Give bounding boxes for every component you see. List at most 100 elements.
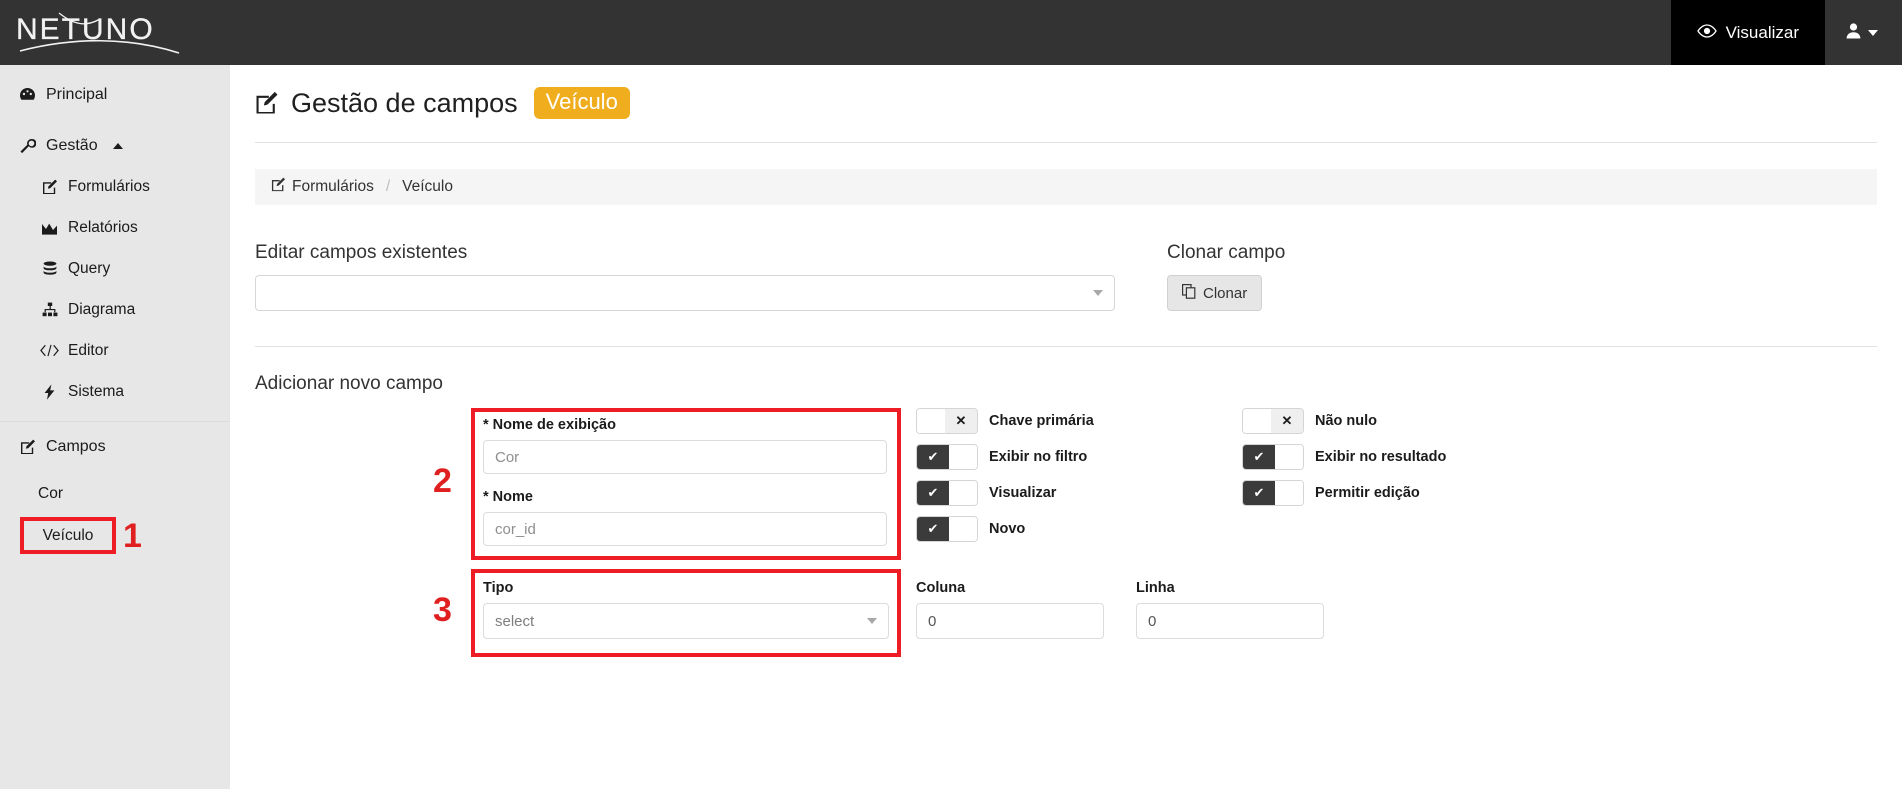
page-title: Gestão de campos Veículo xyxy=(230,65,1902,119)
display-name-value: Cor xyxy=(495,448,520,466)
sidebar-item-cor[interactable]: Cor xyxy=(0,475,230,513)
title-divider xyxy=(255,142,1877,143)
clone-field-label: Clonar campo xyxy=(1167,242,1286,263)
linha-value: 0 xyxy=(1148,612,1157,630)
visualizar-button[interactable]: Visualizar xyxy=(1670,0,1825,65)
toggle-row-chave-primaria: ✕ Chave primária xyxy=(916,408,1094,434)
sidebar-item-sistema[interactable]: Sistema xyxy=(0,371,230,412)
chart-area-icon xyxy=(40,220,59,236)
sidebar-item-query[interactable]: Query xyxy=(0,248,230,289)
toggle-permitir-edicao[interactable]: ✔ xyxy=(1242,480,1304,506)
sidebar-item-editor[interactable]: Editor xyxy=(0,330,230,371)
dashboard-icon xyxy=(18,87,37,103)
chevron-up-icon xyxy=(112,142,123,149)
sidebar-item-principal[interactable]: Principal xyxy=(0,74,230,115)
page-title-text: Gestão de campos xyxy=(291,87,518,118)
toggle-chave-primaria[interactable]: ✕ xyxy=(916,408,978,434)
name-fields-group: * Nome de exibição Cor * Nome cor_id xyxy=(483,417,888,546)
name-label: * Nome xyxy=(483,489,533,505)
sidebar: Principal Gestão Formulários Relatórios xyxy=(0,65,230,789)
bolt-icon xyxy=(40,383,59,400)
add-new-field-form: 2 3 * Nome de exibição Cor * Nome cor_id… xyxy=(230,408,1902,688)
chevron-down-icon xyxy=(867,618,877,624)
check-icon: ✔ xyxy=(1243,481,1275,505)
sidebar-divider xyxy=(0,421,230,422)
toggle-exibir-no-filtro[interactable]: ✔ xyxy=(916,444,978,470)
chevron-down-icon xyxy=(1093,290,1103,296)
toggle-row-permitir-edicao: ✔ Permitir edição xyxy=(1242,480,1446,506)
database-icon xyxy=(40,261,59,277)
annotation-number-2: 2 xyxy=(433,462,452,500)
tipo-label: Tipo xyxy=(483,580,514,596)
breadcrumb-root-label: Formulários xyxy=(292,178,374,195)
coluna-group: Coluna 0 xyxy=(916,580,1106,639)
sidebar-label-principal: Principal xyxy=(46,85,108,103)
pencil-square-icon xyxy=(271,177,286,197)
coluna-value: 0 xyxy=(928,612,937,630)
add-new-field-title: Adicionar novo campo xyxy=(255,373,443,394)
sidebar-item-formularios[interactable]: Formulários xyxy=(0,166,230,207)
sidebar-item-campos[interactable]: Campos xyxy=(0,426,230,467)
status-badge: Veículo xyxy=(533,87,630,119)
toggles-column-left: ✕ Chave primária ✔ Exibir no filtro ✔ Vi… xyxy=(916,408,1094,542)
breadcrumb: Formulários / Veículo xyxy=(255,169,1877,205)
toggle-nao-nulo[interactable]: ✕ xyxy=(1242,408,1304,434)
main-content: Gestão de campos Veículo Formulários / V… xyxy=(230,65,1902,789)
toggle-novo[interactable]: ✔ xyxy=(916,516,978,542)
sidebar-item-relatorios[interactable]: Relatórios xyxy=(0,207,230,248)
code-icon xyxy=(40,343,59,359)
edit-existing-label: Editar campos existentes xyxy=(255,242,468,263)
toggle-row-nao-nulo: ✕ Não nulo xyxy=(1242,408,1446,434)
toggle-row-exibir-no-filtro: ✔ Exibir no filtro xyxy=(916,444,1094,470)
name-value: cor_id xyxy=(495,520,536,538)
sidebar-item-gestao[interactable]: Gestão xyxy=(0,125,230,166)
pencil-square-icon xyxy=(40,179,59,195)
toggle-label-chave-primaria: Chave primária xyxy=(989,413,1094,429)
breadcrumb-current: Veículo xyxy=(402,178,453,195)
pencil-square-icon xyxy=(18,439,37,455)
linha-group: Linha 0 xyxy=(1136,580,1326,639)
coluna-input[interactable]: 0 xyxy=(916,603,1104,639)
toggle-label-exibir-no-filtro: Exibir no filtro xyxy=(989,449,1088,465)
sidebar-label-cor: Cor xyxy=(38,485,63,502)
sidebar-item-veiculo-wrapper: Veículo 1 xyxy=(0,513,230,557)
brand-logo[interactable]: NETUNO xyxy=(0,0,230,65)
tipo-group: Tipo select xyxy=(483,580,893,639)
cross-icon: ✕ xyxy=(1271,409,1303,433)
clone-button[interactable]: Clonar xyxy=(1167,275,1263,311)
toggle-row-novo: ✔ Novo xyxy=(916,516,1094,542)
toggle-label-visualizar: Visualizar xyxy=(989,485,1057,501)
user-menu[interactable] xyxy=(1825,0,1902,65)
copy-icon xyxy=(1182,283,1196,303)
sitemap-icon xyxy=(40,302,59,318)
toggle-label-permitir-edicao: Permitir edição xyxy=(1315,485,1420,501)
cross-icon: ✕ xyxy=(945,409,977,433)
linha-input[interactable]: 0 xyxy=(1136,603,1324,639)
tipo-select[interactable]: select xyxy=(483,603,889,639)
edit-existing-fields-group: Editar campos existentes xyxy=(255,242,1135,311)
toggle-visualizar[interactable]: ✔ xyxy=(916,480,978,506)
display-name-input[interactable]: Cor xyxy=(483,440,887,474)
sidebar-label-diagrama: Diagrama xyxy=(68,300,136,318)
toggle-label-novo: Novo xyxy=(989,521,1026,537)
navbar-spacer xyxy=(230,0,1671,65)
sidebar-item-veiculo[interactable]: Veículo xyxy=(20,517,116,554)
clone-field-group: Clonar campo Clonar xyxy=(1167,242,1285,311)
check-icon: ✔ xyxy=(917,481,949,505)
sidebar-label-formularios: Formulários xyxy=(68,177,150,195)
toggle-exibir-no-resultado[interactable]: ✔ xyxy=(1242,444,1304,470)
sidebar-label-campos: Campos xyxy=(46,437,106,455)
edit-clone-row: Editar campos existentes Clonar campo Cl… xyxy=(255,242,1877,311)
top-navbar: NETUNO Visualizar xyxy=(0,0,1902,65)
sidebar-label-query: Query xyxy=(68,259,111,277)
sidebar-label-veiculo: Veículo xyxy=(42,526,94,544)
sidebar-label-sistema: Sistema xyxy=(68,382,124,400)
breadcrumb-link-formularios[interactable]: Formulários xyxy=(271,177,374,197)
toggle-row-visualizar: ✔ Visualizar xyxy=(916,480,1094,506)
sidebar-item-diagrama[interactable]: Diagrama xyxy=(0,289,230,330)
name-input[interactable]: cor_id xyxy=(483,512,887,546)
chevron-down-icon xyxy=(1868,29,1878,36)
existing-fields-select[interactable] xyxy=(255,275,1115,311)
eye-icon xyxy=(1696,23,1717,43)
display-name-label: * Nome de exibição xyxy=(483,417,616,433)
